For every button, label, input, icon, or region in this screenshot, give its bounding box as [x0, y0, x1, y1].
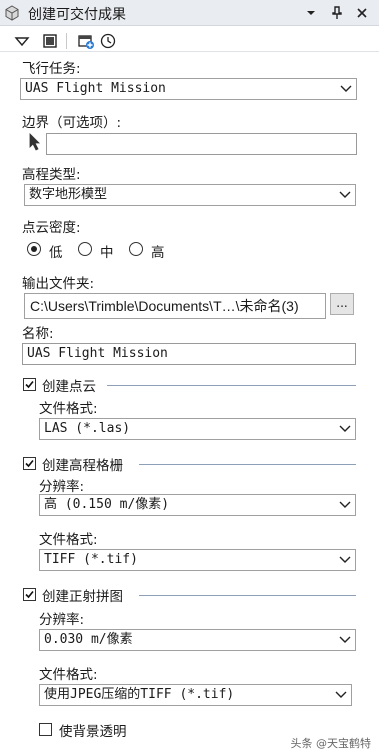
elevation-type-value: 数字地形模型	[29, 187, 108, 202]
elevation-resolution-label: 分辨率:	[39, 479, 85, 495]
elevation-resolution-value: 高 (0.150 m/像素)	[44, 497, 170, 512]
point-density-label: 点云密度:	[22, 220, 81, 236]
flight-mission-value: UAS Flight Mission	[25, 81, 166, 96]
output-folder-input[interactable]: C:\Users\Trimble\Documents\T…\未命名(3)	[24, 293, 326, 319]
toolbar-separator	[66, 33, 67, 49]
ortho-format-label: 文件格式:	[39, 667, 98, 683]
section-divider	[107, 385, 356, 386]
boundary-input[interactable]	[46, 133, 357, 155]
density-low-radio[interactable]	[27, 242, 41, 256]
create-orthomosaic-label: 创建正射拼图	[42, 589, 123, 605]
browse-button[interactable]: ...	[330, 293, 354, 315]
chevron-down-icon	[339, 191, 351, 198]
checkmark-icon	[25, 590, 34, 599]
checkmark-icon	[25, 459, 34, 468]
output-folder-label: 输出文件夹:	[22, 276, 95, 292]
name-label: 名称:	[22, 326, 54, 342]
ortho-format-value: 使用JPEG压缩的TIFF (*.tif)	[44, 687, 235, 702]
name-input[interactable]: UAS Flight Mission	[22, 343, 356, 365]
ortho-format-select[interactable]: 使用JPEG压缩的TIFF (*.tif)	[39, 684, 352, 706]
create-elevation-grid-label: 创建高程格栅	[42, 458, 123, 474]
boundary-label: 边界（可选项）:	[22, 115, 122, 131]
elevation-format-value: TIFF (*.tif)	[44, 552, 138, 567]
history-clock-icon[interactable]	[98, 31, 118, 51]
chevron-down-icon	[339, 556, 351, 563]
elevation-type-select[interactable]: 数字地形模型	[24, 184, 356, 206]
density-low-label: 低	[49, 245, 63, 261]
pin-icon[interactable]	[330, 5, 344, 21]
flight-mission-label: 飞行任务:	[22, 61, 81, 77]
point-cloud-format-value: LAS (*.las)	[44, 421, 131, 436]
create-elevation-grid-checkbox[interactable]	[23, 457, 36, 470]
elevation-resolution-select[interactable]: 高 (0.150 m/像素)	[39, 494, 356, 516]
chevron-down-icon	[339, 501, 351, 508]
ortho-resolution-select[interactable]: 0.030 m/像素	[39, 629, 356, 651]
create-point-cloud-label: 创建点云	[42, 379, 96, 395]
elevation-type-label: 高程类型:	[22, 167, 81, 183]
chevron-down-icon	[335, 691, 347, 698]
transparent-background-label: 使背景透明	[59, 724, 127, 740]
point-cloud-format-label: 文件格式:	[39, 401, 98, 417]
density-high-radio[interactable]	[129, 242, 143, 256]
window-icon[interactable]	[40, 31, 60, 51]
density-medium-label: 中	[100, 245, 114, 261]
flight-mission-select[interactable]: UAS Flight Mission	[20, 78, 357, 100]
transparent-background-checkbox[interactable]	[39, 723, 52, 736]
dropdown-arrow-icon[interactable]	[12, 31, 32, 51]
density-medium-radio[interactable]	[78, 242, 92, 256]
density-high-label: 高	[151, 245, 165, 261]
panel-title: 创建可交付成果	[28, 7, 126, 23]
checkmark-icon	[25, 380, 34, 389]
point-cloud-format-select[interactable]: LAS (*.las)	[39, 418, 356, 440]
elevation-format-label: 文件格式:	[39, 532, 98, 548]
section-divider	[139, 595, 356, 596]
create-point-cloud-checkbox[interactable]	[23, 378, 36, 391]
pointer-select-icon[interactable]	[28, 133, 42, 151]
chevron-down-icon	[340, 85, 352, 92]
ortho-resolution-label: 分辨率:	[39, 612, 85, 628]
section-divider	[139, 464, 356, 465]
add-layer-icon[interactable]	[76, 31, 96, 51]
cube-icon	[5, 5, 19, 21]
watermark-text: 头条 @天宝鹤特	[290, 737, 372, 750]
close-icon[interactable]	[355, 6, 369, 20]
panel-menu-dropdown-icon[interactable]	[305, 8, 317, 18]
chevron-down-icon	[339, 636, 351, 643]
chevron-down-icon	[339, 425, 351, 432]
elevation-format-select[interactable]: TIFF (*.tif)	[39, 549, 356, 571]
create-orthomosaic-checkbox[interactable]	[23, 588, 36, 601]
ortho-resolution-value: 0.030 m/像素	[44, 632, 133, 647]
